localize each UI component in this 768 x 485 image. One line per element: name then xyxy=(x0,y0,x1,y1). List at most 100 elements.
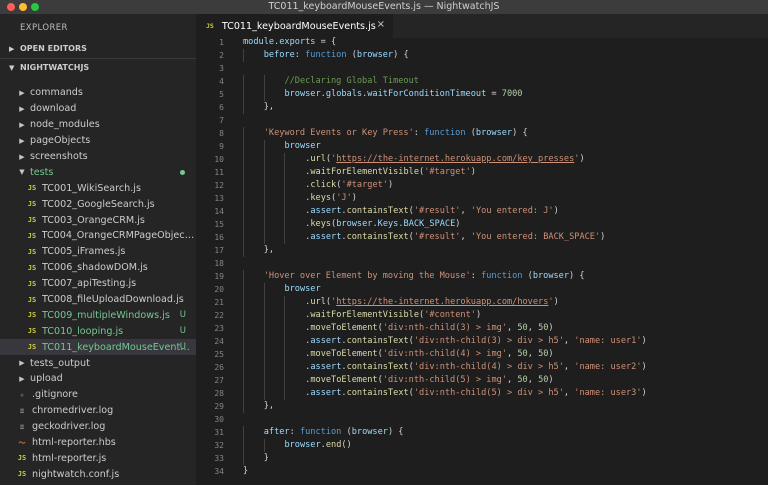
code-token: ( xyxy=(341,427,352,437)
code-line[interactable]: 18 xyxy=(196,257,768,270)
code-token: browser xyxy=(351,427,388,437)
code-line[interactable]: 23 .moveToElement('div:nth-child(3) > img… xyxy=(196,322,768,335)
code-line[interactable]: 27 .moveToElement('div:nth-child(5) > img… xyxy=(196,374,768,387)
tree-item[interactable]: ≡ geckodriver.log xyxy=(0,419,196,435)
js-file-icon: JS xyxy=(27,279,37,288)
tree-item[interactable]: ▶ upload xyxy=(0,371,196,387)
code-token: ) xyxy=(387,180,394,190)
code-line[interactable]: 8 'Keyword Events or Key Press': function… xyxy=(196,127,768,140)
tree-item[interactable]: JS TC002_GoogleSearch.js xyxy=(0,196,196,212)
tree-item[interactable]: ◆ .gitignore xyxy=(0,387,196,403)
tree-item[interactable]: ▶ screenshots xyxy=(0,149,196,165)
code-line[interactable]: 3 xyxy=(196,62,768,75)
code-token: function xyxy=(299,427,342,437)
code-line[interactable]: 19 'Hover over Element by moving the Mous… xyxy=(196,270,768,283)
code-line[interactable]: 29}, xyxy=(196,400,768,413)
code-token: 'div:nth-child(4) > img' xyxy=(382,349,507,359)
code-line[interactable]: 22 .waitForElementVisible('#content') xyxy=(196,309,768,322)
code-line[interactable]: 32 browser.end() xyxy=(196,439,768,452)
tree-item[interactable]: 〜 html-reporter.hbs xyxy=(0,435,196,451)
code-line[interactable]: 25 .moveToElement('div:nth-child(4) > img… xyxy=(196,348,768,361)
indent-guide xyxy=(243,49,244,62)
code-line[interactable]: 4 //Declaring Global Timeout xyxy=(196,75,768,88)
code-line[interactable]: 14 .assert.containsText('#result', 'You e… xyxy=(196,205,768,218)
code-token: url xyxy=(310,297,326,307)
tree-item[interactable]: JS TC008_fileUploadDownload.js xyxy=(0,292,196,308)
tree-item[interactable]: JS nightwatch.conf.js xyxy=(0,466,196,482)
indent-guide xyxy=(263,348,265,361)
tree-item[interactable]: JS TC004_OrangeCRMPageObject.js xyxy=(0,228,196,244)
code-line[interactable]: 12 .click('#target') xyxy=(196,179,768,192)
code-line[interactable]: 33} xyxy=(196,452,768,465)
project-section[interactable]: ▼ NIGHTWATCHJS xyxy=(0,61,196,75)
code-editor[interactable]: 1 module.exports = {2 before: function (br… xyxy=(196,36,768,478)
code-line[interactable]: 11 .waitForElementVisible('#target') xyxy=(196,166,768,179)
code-line[interactable]: 2 before: function (browser) { xyxy=(196,49,768,62)
tree-item[interactable]: JS TC007_apiTesting.js xyxy=(0,276,196,292)
code-line[interactable]: 5 browser.globals.waitForConditionTimeout… xyxy=(196,88,768,101)
line-number: 4 xyxy=(219,77,224,86)
tree-item[interactable]: ▶ tests_output xyxy=(0,355,196,371)
code-line[interactable]: 31 after: function (browser) { xyxy=(196,426,768,439)
code-text: .moveToElement('div:nth-child(4) > img',… xyxy=(305,348,553,361)
indent-guide xyxy=(243,101,244,114)
code-line[interactable]: 30 xyxy=(196,413,768,426)
code-line[interactable]: 6}, xyxy=(196,101,768,114)
tree-item[interactable]: JS html-reporter.js xyxy=(0,450,196,466)
tree-item-label: TC009_multipleWindows.js xyxy=(42,309,170,321)
tree-item[interactable]: JS TC011_keyboardMouseEvents... U xyxy=(0,339,196,356)
line-number: 9 xyxy=(219,142,224,151)
open-editors-section[interactable]: ▶ OPEN EDITORS xyxy=(0,42,196,56)
code-line[interactable]: 20 browser xyxy=(196,283,768,296)
indent-guide xyxy=(263,322,265,335)
close-tab-icon[interactable]: × xyxy=(377,19,385,30)
indent-guide xyxy=(263,179,265,192)
code-token: ) xyxy=(548,375,554,385)
tree-item[interactable]: ▶ pageObjects xyxy=(0,133,196,149)
tab-tc011[interactable]: JS TC011_keyboardMouseEvents.js × xyxy=(196,14,393,38)
tree-item[interactable]: ▼ tests xyxy=(0,164,196,180)
code-line[interactable]: 21 .url('https://the-internet.herokuapp.c… xyxy=(196,296,768,309)
code-text: .keys(browser.Keys.BACK_SPACE) xyxy=(305,218,460,231)
code-line[interactable]: 16 .assert.containsText('#result', 'You e… xyxy=(196,231,768,244)
code-token: browser xyxy=(284,440,321,450)
tree-item-label: upload xyxy=(30,373,63,385)
tree-item[interactable]: ▶ download xyxy=(0,101,196,117)
tree-item-label: pageObjects xyxy=(30,135,91,147)
code-line[interactable]: 15 .keys(browser.Keys.BACK_SPACE) xyxy=(196,218,768,231)
code-text: browser xyxy=(284,283,320,296)
tree-item[interactable]: JS TC005_iFrames.js xyxy=(0,244,196,260)
code-token: moveToElement xyxy=(310,375,378,385)
code-token: 'div:nth-child(3) > img' xyxy=(382,323,507,333)
code-line[interactable]: 34} xyxy=(196,465,768,478)
indent-guide xyxy=(263,387,265,400)
tree-item[interactable]: JS TC009_multipleWindows.js U xyxy=(0,307,196,323)
tree-item-label: html-reporter.js xyxy=(32,452,107,464)
code-text: .keys('J') xyxy=(305,192,357,205)
code-line[interactable]: 17}, xyxy=(196,244,768,257)
tree-item[interactable]: ▶ commands xyxy=(0,85,196,101)
indent-guide xyxy=(263,192,265,205)
code-line[interactable]: 28 .assert.containsText('div:nth-child(5)… xyxy=(196,387,768,400)
indent-guide xyxy=(284,387,286,400)
code-line[interactable]: 13 .keys('J') xyxy=(196,192,768,205)
tree-item[interactable]: JS TC006_shadowDOM.js xyxy=(0,260,196,276)
indent-guide xyxy=(243,205,244,218)
indent-guide xyxy=(284,309,286,322)
code-line[interactable]: 26 .assert.containsText('div:nth-child(4)… xyxy=(196,361,768,374)
indent-guide xyxy=(263,296,265,309)
code-line[interactable]: 1 module.exports = { xyxy=(196,36,768,49)
tree-item[interactable]: ▶ node_modules xyxy=(0,117,196,133)
code-token: assert xyxy=(310,232,342,242)
code-line[interactable]: 24 .assert.containsText('div:nth-child(3)… xyxy=(196,335,768,348)
code-token: '#target' xyxy=(341,180,388,190)
code-line[interactable]: 10 .url('https://the-internet.herokuapp.c… xyxy=(196,153,768,166)
code-line[interactable]: 7 xyxy=(196,114,768,127)
code-line[interactable]: 9 browser xyxy=(196,140,768,153)
tree-item[interactable]: JS TC010_looping.js U xyxy=(0,323,196,339)
code-token: moveToElement xyxy=(310,349,378,359)
tree-item[interactable]: ≡ chromedriver.log xyxy=(0,403,196,419)
tree-item[interactable]: JS TC003_OrangeCRM.js xyxy=(0,212,196,228)
js-file-icon: JS xyxy=(27,343,37,352)
tree-item[interactable]: JS TC001_WikiSearch.js xyxy=(0,180,196,196)
